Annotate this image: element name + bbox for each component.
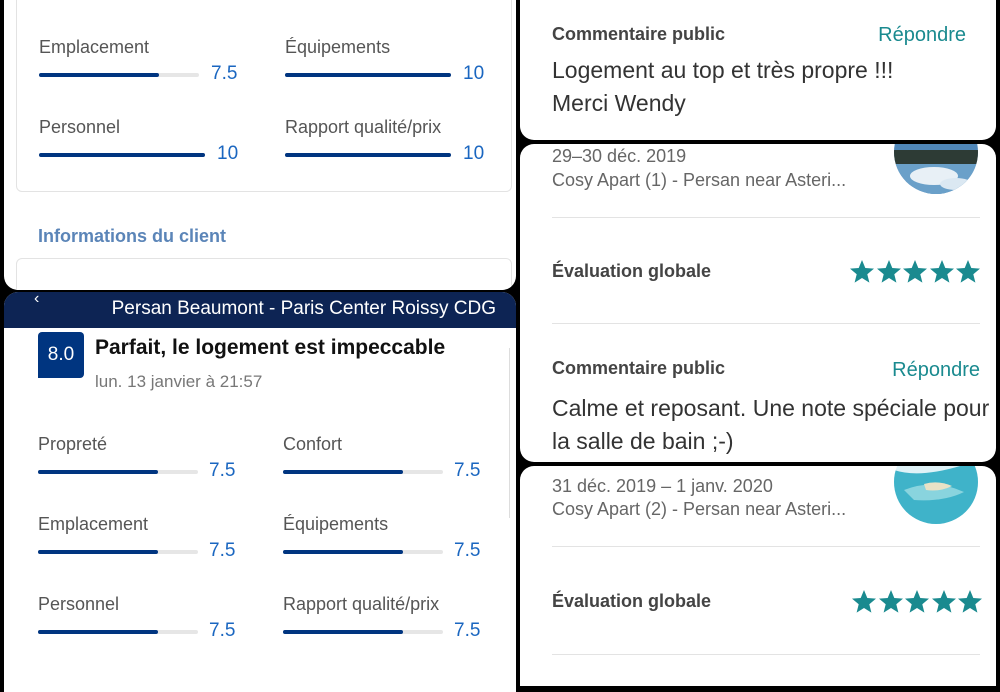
metric-label: Personnel [39,117,121,137]
metric-equipements: Équipements 10 [285,37,495,87]
metric-equipements: Équipements 7.5 [283,514,493,564]
reply-button[interactable]: Répondre [878,24,966,47]
listing-name: Cosy Apart (2) - Persan near Asteri... [552,499,847,519]
metric-label: Emplacement [38,514,149,534]
public-comment-panel-1: Commentaire public Répondre Logement au … [520,0,996,140]
metric-value: 10 [217,143,239,164]
metric-label: Propreté [38,434,108,454]
metric-track [285,73,451,77]
public-comment-label: Commentaire public [552,24,726,44]
divider [552,217,980,218]
overall-rating-label: Évaluation globale [552,261,712,281]
metric-value: 7.5 [211,63,238,84]
star-icon [958,590,982,613]
public-comment-text: Calme et reposant. Une note spéciale pou… [552,395,990,454]
metric-track [38,630,198,634]
metric-value: 10 [463,143,485,164]
metric-fill [283,550,403,554]
star-icon [852,590,876,613]
star-rating [850,588,984,618]
star-icon [876,260,901,283]
metric-value: 7.5 [209,540,236,561]
star-icon [929,260,954,283]
metric-rapport-qualite-prix: Rapport qualité/prix 7.5 [283,594,493,644]
metric-track [38,550,198,554]
metric-value: 7.5 [454,460,481,481]
back-arrow-icon[interactable]: ‹ [34,292,39,308]
review-title: Parfait, le logement est impeccable [95,336,446,359]
metric-fill [283,630,403,634]
star-icon [931,590,956,613]
metric-value: 10 [463,63,485,84]
review-detail-panel-top: Emplacement 7.5 Équipements 10 Personnel… [4,0,516,290]
reply-button[interactable]: Répondre [892,359,980,382]
metric-track [283,470,443,474]
metric-label: Équipements [285,37,391,57]
star-icon [903,260,927,283]
metric-fill [285,153,451,157]
divider [552,323,980,324]
metric-label: Confort [283,434,343,454]
review-date: lun. 13 janvier à 21:57 [95,372,263,391]
overall-rating-label: Évaluation globale [552,591,712,611]
metric-track [283,630,443,634]
listing-thumbnail [894,144,978,194]
review-detail-panel-bottom: ‹ Persan Beaumont - Paris Center Roissy … [4,292,516,692]
metric-fill [38,550,158,554]
metric-value: 7.5 [454,620,481,641]
metric-fill [38,630,158,634]
section-title-client-info[interactable]: Informations du client [38,226,226,247]
star-icon [878,590,903,613]
public-comment-text: Logement au top et très propre !!! Merci… [552,57,894,116]
metric-label: Équipements [283,514,389,534]
metric-value: 7.5 [209,620,236,641]
divider [552,654,980,655]
metric-value: 7.5 [454,540,481,561]
stay-dates: 31 déc. 2019 – 1 janv. 2020 [552,476,773,496]
metric-value: 7.5 [209,460,236,481]
metric-fill [283,470,403,474]
metric-personnel: Personnel 10 [39,117,249,167]
score-breakdown-card: Emplacement 7.5 Équipements 10 Personnel… [16,0,512,192]
metric-fill [285,73,451,77]
public-comment-label: Commentaire public [552,358,726,378]
property-title: Persan Beaumont - Paris Center Roissy CD… [111,298,496,319]
metric-fill [39,153,205,157]
star-icon [956,260,980,283]
metric-label: Emplacement [39,37,150,57]
metric-fill [39,73,159,77]
metric-label: Rapport qualité/prix [285,117,442,137]
listing-thumbnail [894,466,978,524]
app-header: ‹ Persan Beaumont - Paris Center Roissy … [4,292,516,328]
divider [552,546,980,547]
metric-label: Personnel [38,594,120,614]
metric-emplacement: Emplacement 7.5 [39,37,249,87]
metric-track [39,73,199,77]
client-info-card [16,258,512,290]
metric-track [285,153,451,157]
metric-fill [38,470,158,474]
metric-label: Rapport qualité/prix [283,594,440,614]
metric-track [283,550,443,554]
review-panel-2: 29–30 déc. 2019 Cosy Apart (1) - Persan … [520,144,996,462]
landscape-image-icon [894,144,978,194]
star-icon [905,590,929,613]
metric-rapport-qualite-prix: Rapport qualité/prix 10 [285,117,495,167]
metric-track [39,153,205,157]
stay-dates: 29–30 déc. 2019 [552,146,687,166]
listing-name: Cosy Apart (1) - Persan near Asteri... [552,170,847,190]
star-rating [848,258,982,288]
score-badge: 8.0 [38,332,84,378]
star-icon [850,260,874,283]
metric-personnel: Personnel 7.5 [38,594,248,644]
scroll-edge [509,348,516,518]
metric-proprete: Propreté 7.5 [38,434,248,484]
metric-confort: Confort 7.5 [283,434,493,484]
beach-image-icon [894,466,978,524]
metric-emplacement: Emplacement 7.5 [38,514,248,564]
review-panel-3: 31 déc. 2019 – 1 janv. 2020 Cosy Apart (… [520,466,996,686]
metric-track [38,470,198,474]
